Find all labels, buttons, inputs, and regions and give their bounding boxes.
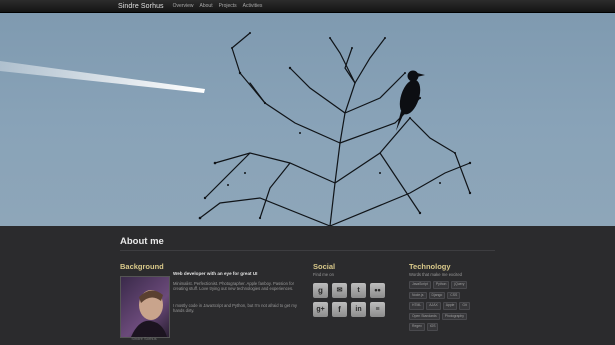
tag-ajax: AJAX — [426, 302, 441, 310]
contrail — [0, 61, 205, 93]
linkedin-icon[interactable]: in — [351, 302, 366, 317]
nav-link-about[interactable]: About — [200, 3, 213, 9]
technology-tags: JavaScript Python jQuery Node.js Django … — [409, 281, 479, 334]
about-title: About me — [120, 236, 164, 247]
tag-photography: Photography — [441, 312, 467, 321]
tag-nodejs: Node.js — [409, 291, 427, 300]
tag-ios: iOS — [426, 323, 439, 331]
twitter-icon[interactable]: t — [351, 283, 366, 298]
headline: Web developer with an eye for great UI — [173, 271, 258, 276]
nav-link-projects[interactable]: Projects — [219, 3, 237, 9]
background-title: Background — [120, 262, 164, 271]
tag-python: Python — [432, 281, 450, 289]
tag-html: HTML — [409, 302, 425, 310]
profile-photo — [120, 276, 170, 338]
google-plus-icon[interactable]: g+ — [313, 302, 328, 317]
gmail-icon[interactable]: ✉ — [332, 283, 347, 298]
bio-paragraph-2: I mostly code in JavaScript and Python, … — [173, 303, 297, 314]
bio-paragraph-1: Minimalist. Perfectionist. Photographer.… — [173, 281, 294, 292]
social-subtitle: Find me on — [313, 272, 334, 277]
tag-django: Django — [428, 291, 446, 300]
stackoverflow-icon[interactable]: ≡ — [370, 302, 385, 317]
tag-git: Git — [459, 302, 470, 310]
tree-silhouette — [199, 32, 471, 226]
tag-open-standards: Open Standards — [409, 312, 440, 321]
tag-apple: Apple — [442, 302, 458, 310]
tag-jquery: jQuery — [451, 281, 468, 289]
tag-css: CSS — [447, 291, 461, 300]
nav-inner: Sindre Sorhus Overview About Projects Ac… — [118, 0, 268, 12]
google-icon[interactable]: g — [313, 283, 328, 298]
technology-title: Technology — [409, 262, 451, 271]
brand-link[interactable]: Sindre Sorhus — [118, 3, 164, 10]
section-divider — [120, 250, 495, 251]
crow — [396, 70, 425, 131]
hero-illustration — [0, 32, 472, 226]
about-section — [0, 226, 615, 345]
tag-regex: Regex — [409, 323, 425, 331]
flickr-icon[interactable]: •• — [370, 283, 385, 298]
hero-image — [0, 13, 615, 226]
social-title: Social — [313, 262, 336, 271]
nav-link-overview[interactable]: Overview — [173, 3, 194, 9]
top-navbar: Sindre Sorhus Overview About Projects Ac… — [0, 0, 615, 13]
tag-javascript: JavaScript — [409, 281, 431, 289]
nav-link-activities[interactable]: Activities — [243, 3, 263, 9]
facebook-icon[interactable]: f — [332, 302, 347, 317]
profile-photo-art — [131, 290, 167, 337]
technology-subtitle: Words that make me excited — [409, 272, 462, 277]
twig-clusters — [198, 32, 472, 220]
photo-caption: Sindre Sorhus — [131, 336, 157, 341]
